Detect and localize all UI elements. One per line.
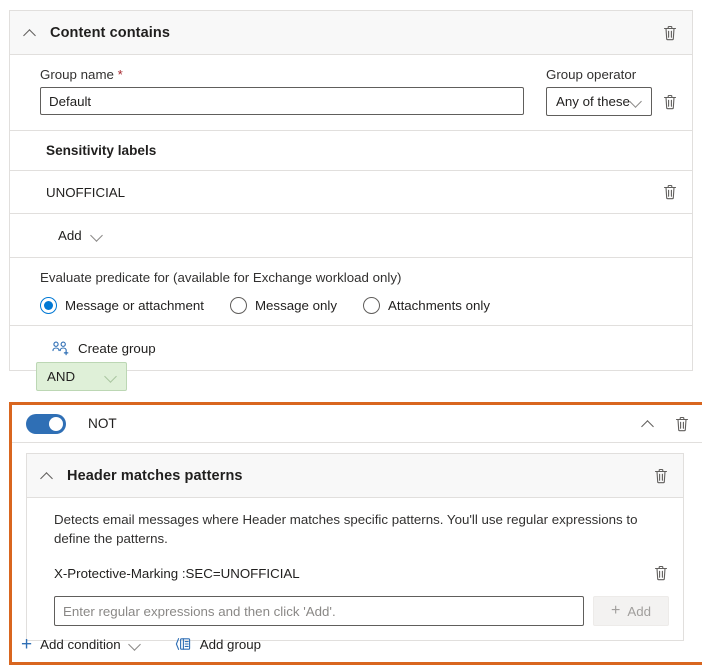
content-contains-card: Content contains Group name * Group oper…	[9, 10, 693, 371]
radio-label: Attachments only	[388, 298, 490, 313]
header-matches-patterns-header[interactable]: Header matches patterns	[27, 454, 683, 498]
rule-condition-builder: Content contains Group name * Group oper…	[0, 0, 702, 667]
evaluate-predicate-block: Evaluate predicate for (available for Ex…	[10, 258, 692, 326]
required-marker: *	[117, 67, 123, 82]
delete-content-contains-icon[interactable]	[662, 24, 678, 42]
radio-message-or-attachment[interactable]: Message or attachment	[40, 297, 204, 314]
group-operator-and-select[interactable]: AND	[36, 362, 127, 391]
radio-unselected-icon	[229, 297, 247, 314]
radio-selected-icon	[40, 297, 57, 314]
create-group-label: Create group	[78, 340, 156, 356]
not-toggle[interactable]	[26, 413, 66, 434]
chevron-down-icon	[105, 372, 119, 381]
group-name-label: Group name *	[40, 67, 123, 82]
chevron-down-icon	[129, 640, 143, 649]
regex-entry-row: + Add	[54, 596, 669, 626]
content-contains-title: Content contains	[50, 24, 171, 41]
add-sensitivity-label-button[interactable]: Add	[10, 214, 692, 258]
chevron-up-icon[interactable]	[642, 419, 656, 428]
pattern-row: X-Protective-Marking :SEC=UNOFFICIAL	[54, 564, 669, 582]
plus-icon: +	[610, 602, 621, 619]
group-actions-bar: + Add condition Add group	[12, 626, 702, 662]
add-label: Add	[58, 228, 82, 243]
chevron-up-icon[interactable]	[41, 471, 55, 480]
sensitivity-labels-heading: Sensitivity labels	[10, 131, 692, 171]
group-operator-value: Any of these	[556, 94, 630, 109]
not-group-block: NOT Header matches patterns Detects emai…	[9, 402, 702, 665]
add-group-icon	[175, 637, 191, 651]
chevron-down-icon	[91, 231, 105, 240]
add-pattern-button[interactable]: + Add	[593, 596, 669, 626]
radio-label: Message only	[254, 298, 337, 313]
group-name-field: Group name *	[40, 67, 524, 115]
add-group-button[interactable]: Add group	[175, 637, 261, 652]
chevron-up-icon[interactable]	[24, 28, 38, 37]
and-operator-value: AND	[47, 369, 76, 384]
regex-input[interactable]	[54, 596, 584, 626]
evaluate-predicate-label: Evaluate predicate for (available for Ex…	[40, 270, 402, 285]
group-name-row: Group name * Group operator Any of these	[10, 55, 692, 131]
group-operator-select[interactable]: Any of these	[546, 87, 652, 116]
group-operator-field: Group operator Any of these	[546, 67, 652, 116]
not-header-row: NOT	[12, 405, 702, 443]
radio-unselected-icon	[363, 297, 380, 314]
delete-pattern-icon[interactable]	[653, 564, 669, 582]
delete-sensitivity-label-icon[interactable]	[662, 183, 678, 201]
delete-condition-icon[interactable]	[653, 467, 669, 485]
radio-message-only[interactable]: Message only	[229, 297, 337, 314]
content-contains-header[interactable]: Content contains	[10, 11, 692, 55]
delete-not-group-icon[interactable]	[674, 415, 690, 433]
header-matches-patterns-title: Header matches patterns	[67, 467, 243, 484]
radio-label: Message or attachment	[65, 298, 204, 313]
group-name-input[interactable]	[40, 87, 524, 115]
radio-attachments-only[interactable]: Attachments only	[363, 297, 490, 314]
header-matches-patterns-card: Header matches patterns Detects email me…	[26, 453, 684, 641]
create-group-icon	[52, 341, 69, 356]
add-condition-label: Add condition	[40, 636, 121, 652]
chevron-down-icon	[630, 97, 644, 106]
add-condition-button[interactable]: + Add condition	[21, 635, 143, 654]
delete-group-icon[interactable]	[662, 93, 678, 111]
add-group-label: Add group	[199, 636, 262, 652]
add-pattern-label: Add	[627, 603, 651, 619]
sensitivity-label-value: UNOFFICIAL	[46, 184, 126, 200]
plus-icon: +	[21, 633, 33, 655]
predicate-radio-group: Message or attachment Message only Attac…	[40, 297, 678, 314]
group-operator-label: Group operator	[546, 67, 637, 82]
pattern-value: X-Protective-Marking :SEC=UNOFFICIAL	[54, 565, 300, 581]
sensitivity-label-row: UNOFFICIAL	[10, 171, 692, 214]
not-label: NOT	[88, 416, 117, 431]
header-matches-patterns-body: Detects email messages where Header matc…	[27, 498, 683, 640]
condition-description: Detects email messages where Header matc…	[54, 512, 638, 546]
